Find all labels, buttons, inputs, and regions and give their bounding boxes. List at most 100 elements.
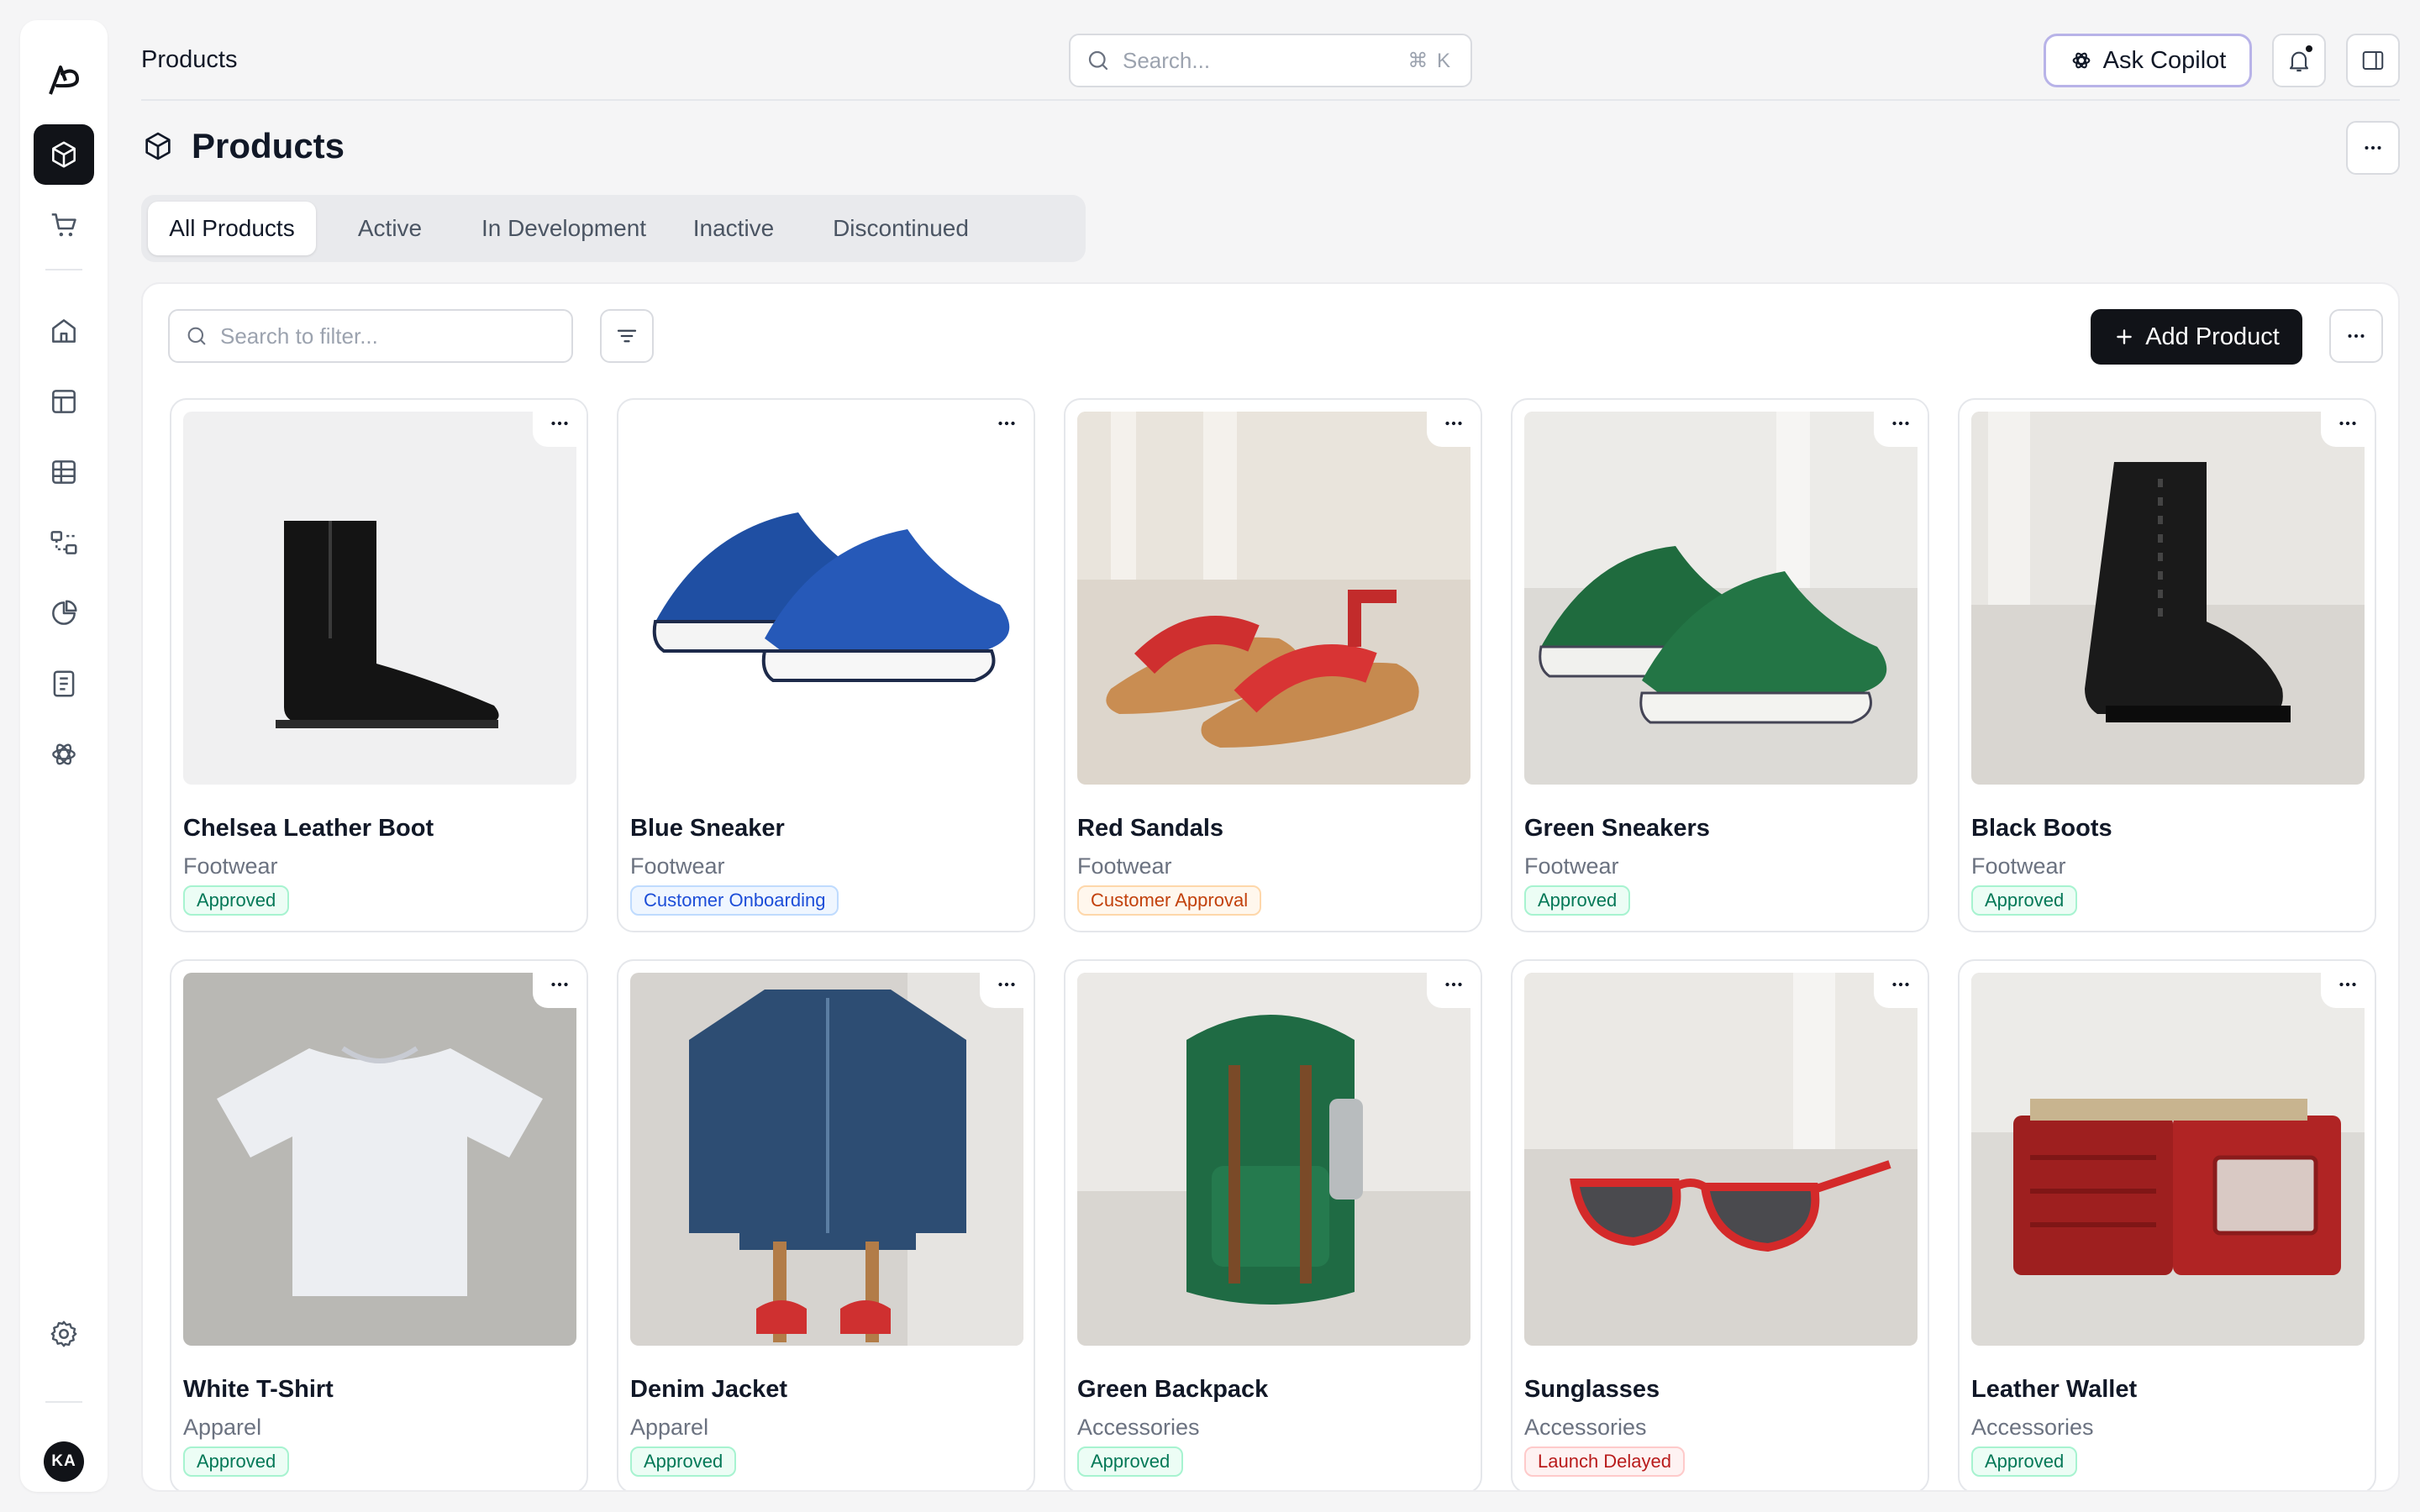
global-search-input[interactable]: Search... ⌘ K (1069, 34, 1472, 87)
notification-dot (2304, 44, 2314, 54)
card-more-button[interactable] (1427, 961, 1481, 1008)
tab-discontinued[interactable]: Discontinued (803, 202, 998, 255)
product-card[interactable]: Green Sneakers Footwear Approved (1511, 398, 1929, 932)
card-more-button[interactable] (533, 400, 587, 447)
card-more-button[interactable] (1427, 400, 1481, 447)
filter-lines-icon (617, 329, 637, 343)
ask-copilot-button[interactable]: Ask Copilot (2044, 34, 2252, 87)
user-avatar[interactable]: KA (44, 1441, 84, 1482)
layout-icon (52, 390, 76, 413)
sidebar-item-documents[interactable] (34, 654, 94, 714)
plus-icon (2117, 329, 2132, 344)
product-card[interactable]: Denim Jacket Apparel Approved (617, 959, 1035, 1490)
sidebar-item-workflow[interactable] (34, 512, 94, 573)
card-more-button[interactable] (980, 961, 1034, 1008)
card-more-button[interactable] (980, 400, 1034, 447)
filter-button[interactable] (600, 309, 654, 363)
status-badge: Approved (1524, 885, 1631, 916)
card-more-button[interactable] (1874, 400, 1928, 447)
filter-search-input[interactable]: Search to filter... (168, 309, 573, 363)
sidebar-panel-icon (2362, 51, 2384, 70)
cart-icon (51, 213, 76, 237)
more-horizontal-icon (2339, 982, 2356, 987)
product-name: Leather Wallet (1971, 1376, 2138, 1403)
more-horizontal-icon (998, 421, 1015, 426)
sidebar-item-ai[interactable] (34, 724, 94, 785)
product-category: Accessories (1077, 1415, 1200, 1440)
product-card[interactable]: Sunglasses Accessories Launch Delayed (1511, 959, 1929, 1490)
breadcrumb-title: Products (141, 46, 238, 73)
sidebar-item-home[interactable] (34, 301, 94, 361)
sidebar-item-table[interactable] (34, 442, 94, 502)
sidebar-item-settings[interactable] (34, 1304, 94, 1364)
status-badge: Approved (183, 1446, 290, 1477)
status-badge: Approved (630, 1446, 737, 1477)
more-horizontal-icon (1892, 982, 1909, 987)
product-name: Blue Sneaker (630, 815, 785, 842)
ai-flower-icon (2072, 52, 2091, 69)
product-name: White T-Shirt (183, 1376, 334, 1403)
tab-inactive[interactable]: Inactive (664, 202, 803, 255)
sidebar-item-orders[interactable] (34, 195, 94, 255)
sidebar-item-layout[interactable] (34, 371, 94, 432)
notifications-button[interactable] (2272, 34, 2326, 87)
product-card[interactable]: Leather Wallet Accessories Approved (1958, 959, 2376, 1490)
page-more-button[interactable] (2346, 121, 2400, 175)
product-card[interactable]: Green Backpack Accessories Approved (1064, 959, 1482, 1490)
ask-copilot-label: Ask Copilot (2102, 46, 2227, 74)
product-name: Green Sneakers (1524, 815, 1710, 842)
toggle-panel-button[interactable] (2346, 34, 2400, 87)
home-icon (52, 319, 76, 343)
sidebar-item-products[interactable] (34, 124, 94, 185)
search-icon (1088, 50, 1108, 71)
more-horizontal-icon (1445, 421, 1462, 426)
card-more-button[interactable] (533, 961, 587, 1008)
product-card[interactable]: Blue Sneaker Footwear Customer Onboardin… (617, 398, 1035, 932)
status-badge: Approved (1077, 1446, 1184, 1477)
app-logo-icon[interactable] (45, 62, 82, 99)
status-badge: Approved (1971, 1446, 2078, 1477)
sidebar-divider (45, 269, 82, 270)
card-more-button[interactable] (2321, 400, 2375, 447)
search-shortcut-hint: ⌘ K (1407, 50, 1452, 72)
status-badge: Approved (1971, 885, 2078, 916)
product-card[interactable]: Red Sandals Footwear Customer Approval (1064, 398, 1482, 932)
product-card[interactable]: White T-Shirt Apparel Approved (170, 959, 588, 1490)
more-horizontal-icon (551, 421, 568, 426)
tab-in-development[interactable]: In Development (464, 202, 664, 255)
product-image-sunglasses (1524, 973, 1918, 1346)
status-badge: Launch Delayed (1524, 1446, 1686, 1477)
panel-more-button[interactable] (2329, 309, 2383, 363)
header-divider (141, 99, 2400, 101)
product-category: Footwear (630, 853, 725, 879)
product-category: Apparel (630, 1415, 709, 1440)
more-horizontal-icon (2339, 421, 2356, 426)
product-image-leather-wallet (1971, 973, 2365, 1346)
more-horizontal-icon (2348, 334, 2365, 338)
product-category: Accessories (1524, 1415, 1647, 1440)
tab-all-products[interactable]: All Products (148, 202, 316, 255)
add-product-button[interactable]: Add Product (2091, 309, 2302, 365)
tab-active[interactable]: Active (316, 202, 464, 255)
product-name: Chelsea Leather Boot (183, 815, 434, 842)
card-more-button[interactable] (1874, 961, 1928, 1008)
more-horizontal-icon (1445, 982, 1462, 987)
product-image-white-tshirt (183, 973, 576, 1346)
sidebar-item-analytics[interactable] (34, 583, 94, 643)
product-card[interactable]: Chelsea Leather Boot Footwear Approved (170, 398, 588, 932)
product-card[interactable]: Black Boots Footwear Approved (1958, 398, 2376, 932)
product-image-chelsea-boot (183, 412, 576, 785)
page-header: Products (141, 126, 345, 166)
ai-flower-icon (52, 743, 76, 765)
workflow-icon (50, 531, 77, 554)
gear-icon (50, 1320, 77, 1347)
more-horizontal-icon (998, 982, 1015, 987)
global-search-placeholder: Search... (1123, 47, 1211, 73)
product-image-blue-sneaker (630, 412, 1023, 785)
sidebar-divider (45, 1401, 82, 1403)
document-icon (53, 670, 75, 697)
product-name: Sunglasses (1524, 1376, 1660, 1403)
status-badge: Customer Approval (1077, 885, 1262, 916)
card-more-button[interactable] (2321, 961, 2375, 1008)
more-horizontal-icon (2365, 146, 2381, 150)
